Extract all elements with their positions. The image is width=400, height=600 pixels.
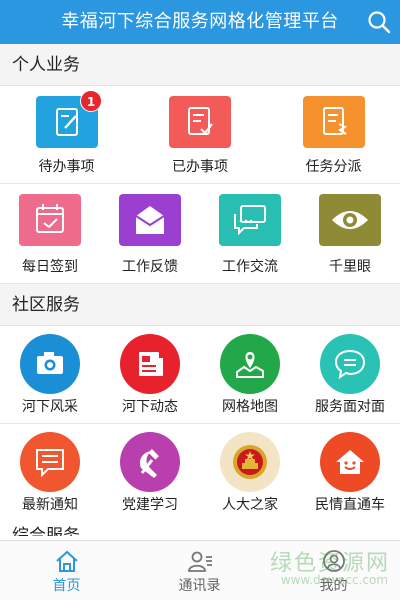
page-title: 幸福河下综合服务网格化管理平台	[61, 11, 339, 32]
national-emblem-icon	[233, 445, 267, 479]
tab-home[interactable]: 首页	[0, 541, 133, 600]
notice-icon	[36, 449, 64, 478]
home-icon	[56, 550, 78, 572]
grid-item-label: 已办事项	[172, 159, 228, 175]
grid-item-label: 工作交流	[222, 259, 278, 275]
watermark: 绿色资源网 www.downcc.com	[260, 545, 390, 595]
watermark-url: www.downcc.com	[280, 573, 388, 587]
grid-item-notice[interactable]: 最新通知	[0, 424, 100, 520]
grid-item-label: 民情直通车	[315, 497, 385, 513]
grid-item-label: 河下动态	[122, 399, 178, 415]
section-header-personal: 个人业务	[0, 44, 400, 86]
tile-dispatch	[303, 96, 365, 148]
news-icon	[139, 352, 163, 376]
eye-icon	[332, 211, 368, 229]
grid-item-npc[interactable]: 人大之家	[200, 424, 300, 520]
tile-news	[120, 334, 180, 394]
tile-face2face	[320, 334, 380, 394]
app-header: 幸福河下综合服务网格化管理平台	[0, 0, 400, 44]
grid-item-label: 最新通知	[22, 497, 78, 513]
grid-item-party[interactable]: 党建学习	[100, 424, 200, 520]
grid-item-label: 千里眼	[329, 259, 371, 275]
map-pin-icon	[236, 352, 264, 378]
tile-public-opinion	[320, 432, 380, 492]
grid-item-eye[interactable]: 千里眼	[300, 184, 400, 283]
grid-item-exchange[interactable]: 工作交流	[200, 184, 300, 283]
grid-item-todo[interactable]: 1 待办事项	[0, 86, 133, 183]
grid-item-feedback[interactable]: 工作反馈	[100, 184, 200, 283]
grid-item-face2face[interactable]: 服务面对面	[300, 326, 400, 423]
tile-notice	[20, 432, 80, 492]
tile-eye	[319, 194, 381, 246]
task-dispatch-icon	[323, 107, 348, 135]
grid-item-done[interactable]: 已办事项	[133, 86, 267, 183]
chat-bubbles-icon	[234, 205, 266, 236]
section-header-community: 社区服务	[0, 284, 400, 326]
tile-npc	[220, 432, 280, 492]
tab-contacts[interactable]: 通讯录	[133, 541, 266, 600]
grid-item-label: 人大之家	[222, 497, 278, 513]
section-title-comprehensive: 综合服务	[12, 526, 80, 536]
section-title-community: 社区服务	[12, 295, 80, 315]
smile-house-icon	[336, 450, 364, 474]
grid-item-label: 河下风采	[22, 399, 78, 415]
grid-item-checkin[interactable]: 每日签到	[0, 184, 100, 283]
checked-list-icon	[188, 107, 213, 135]
grid-item-dispatch[interactable]: 任务分派	[267, 86, 400, 183]
grid-item-label: 党建学习	[122, 497, 178, 513]
tile-scenery	[20, 334, 80, 394]
grid-item-label: 任务分派	[305, 159, 362, 175]
grid-item-public-opinion[interactable]: 民情直通车	[300, 424, 400, 520]
search-icon[interactable]	[366, 9, 392, 35]
tile-done	[169, 96, 231, 148]
personal-row-2: 每日签到 工作反馈 工作交流 千里眼	[0, 184, 400, 284]
contacts-icon	[188, 551, 212, 572]
todo-count-badge: 1	[80, 90, 102, 112]
calendar-check-icon	[36, 204, 64, 233]
grid-item-label: 网格地图	[222, 399, 278, 415]
tile-party	[120, 432, 180, 492]
tile-checkin	[19, 194, 81, 246]
grid-item-scenery[interactable]: 河下风采	[0, 326, 100, 423]
personal-row-1: 1 待办事项 已办事项 任务分派	[0, 86, 400, 184]
section-title-personal: 个人业务	[12, 55, 80, 75]
tab-label: 首页	[52, 578, 81, 594]
chat-bubble-icon	[334, 349, 366, 380]
community-row-2: 最新通知 党建学习 人大之家 民情直通车	[0, 424, 400, 520]
community-row-1: 河下风采 河下动态 网格地图 服务面对面	[0, 326, 400, 424]
hammer-sickle-icon	[140, 449, 159, 478]
grid-item-news[interactable]: 河下动态	[100, 326, 200, 423]
tile-exchange	[219, 194, 281, 246]
grid-item-label: 每日签到	[22, 259, 78, 275]
grid-item-map[interactable]: 网格地图	[200, 326, 300, 423]
camera-icon	[37, 352, 63, 374]
grid-item-label: 服务面对面	[315, 399, 385, 415]
grid-item-label: 工作反馈	[122, 259, 178, 275]
envelope-open-icon	[135, 206, 165, 234]
tab-label: 通讯录	[178, 578, 221, 594]
tile-map	[220, 334, 280, 394]
grid-item-label: 待办事项	[38, 159, 95, 175]
tile-feedback	[119, 194, 181, 246]
